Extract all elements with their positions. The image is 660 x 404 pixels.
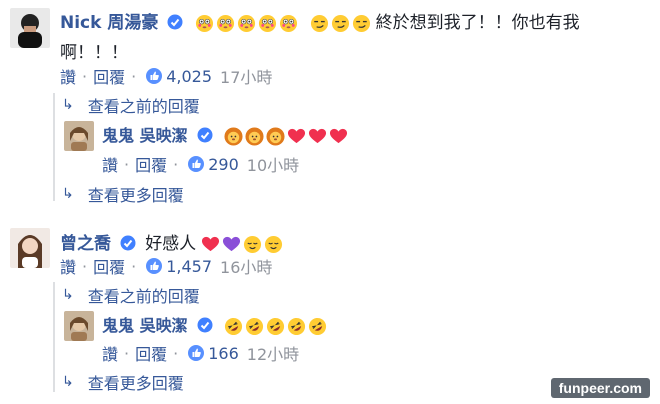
rofl-icon [287,317,305,336]
watermark: funpeer.com [550,378,650,398]
comment1-text-line2: 啊！！！ [60,43,128,63]
like-icon [188,345,205,361]
like-count[interactable]: 290 [208,155,239,174]
lion-icon [266,127,285,146]
verified-icon [120,235,136,255]
view-previous-label: 查看之前的回覆 [87,287,200,306]
view-more-label: 查看更多回覆 [87,374,184,393]
verified-icon [197,127,213,147]
like-button[interactable]: 讚 [102,341,118,365]
view-previous-replies-2[interactable]: ↳ 查看之前的回覆 [62,283,200,307]
like-count[interactable]: 1,457 [166,257,212,276]
rofl-icon [224,317,242,336]
reply-button[interactable]: 回覆 [135,341,167,365]
reply1-emojis [224,127,348,146]
heart-icon [329,128,347,144]
smirk-icon [352,14,370,33]
separator-dot: · [131,256,137,276]
relieved-icon [265,235,283,254]
like-count[interactable]: 4,025 [166,67,212,86]
comment2-actions: 讚 · 回覆 · 1,457 16小時 [60,254,272,278]
timestamp[interactable]: 10小時 [247,152,299,176]
reply-arrow-icon: ↳ [62,186,74,202]
comment1-emojis [195,14,371,33]
comment2-emojis [201,235,283,254]
smirk-icon [310,14,328,33]
heart-icon [308,128,326,144]
comment2-text: 好感人 [145,234,197,254]
heart-icon [202,236,220,252]
thread-line [53,282,55,392]
view-more-label: 查看更多回覆 [87,186,184,205]
like-button[interactable]: 讚 [102,152,118,176]
separator-dot: · [173,343,179,363]
separator-dot: · [131,66,137,86]
flushed-icon [237,14,255,33]
reply1-actions: 讚 · 回覆 · 290 10小時 [102,152,299,176]
like-icon [146,68,163,84]
avatar-nick[interactable] [10,8,50,48]
thread-line [53,93,55,201]
reply2-emojis [224,317,327,336]
verified-icon [167,14,183,34]
like-button[interactable]: 讚 [60,254,76,278]
reply1-header: 鬼鬼 吳映潔 [102,122,348,147]
rofl-icon [308,317,326,336]
lion-icon [224,127,243,146]
timestamp[interactable]: 16小時 [220,254,272,278]
reply1-author[interactable]: 鬼鬼 吳映潔 [102,126,188,145]
reply-button[interactable]: 回覆 [93,254,125,278]
lion-icon [245,127,264,146]
like-button[interactable]: 讚 [60,64,76,88]
separator-dot: · [173,154,179,174]
avatar-zeng[interactable] [10,228,50,268]
avatar-guigui[interactable] [64,121,94,151]
comment1-text: 終於想到我了！！你也有我 [375,13,580,33]
separator-dot: · [124,343,130,363]
reply2-actions: 讚 · 回覆 · 166 12小時 [102,341,299,365]
smirk-icon [331,14,349,33]
reply2-header: 鬼鬼 吳映潔 [102,312,327,337]
separator-dot: · [82,256,88,276]
comment1-actions: 讚 · 回覆 · 4,025 17小時 [60,64,272,88]
heart-icon [287,128,305,144]
comment2-header: 曾之喬 好感人 [60,229,283,255]
like-icon [188,156,205,172]
reply-arrow-icon: ↳ [62,374,74,390]
separator-dot: · [82,66,88,86]
rofl-icon [245,317,263,336]
verified-icon [197,317,213,337]
purple-heart-icon [223,236,241,252]
view-more-replies-2[interactable]: ↳ 查看更多回覆 [62,370,184,394]
rofl-icon [266,317,284,336]
flushed-icon [258,14,276,33]
comment1-header: Nick 周湯豪 終於想到我了！！你也有我 [60,8,650,34]
flushed-icon [216,14,234,33]
flushed-icon [195,14,213,33]
reply2-author[interactable]: 鬼鬼 吳映潔 [102,316,188,335]
like-count[interactable]: 166 [208,344,239,363]
reply-arrow-icon: ↳ [62,287,74,303]
view-previous-label: 查看之前的回覆 [87,97,200,116]
view-previous-replies-1[interactable]: ↳ 查看之前的回覆 [62,93,200,117]
avatar-guigui[interactable] [64,311,94,341]
reply-button[interactable]: 回覆 [135,152,167,176]
view-more-replies-1[interactable]: ↳ 查看更多回覆 [62,182,184,206]
flushed-icon [279,14,297,33]
reply-arrow-icon: ↳ [62,97,74,113]
relieved-icon [244,235,262,254]
timestamp[interactable]: 17小時 [220,64,272,88]
comment1-author[interactable]: Nick 周湯豪 [60,13,158,33]
reply-button[interactable]: 回覆 [93,64,125,88]
timestamp[interactable]: 12小時 [247,341,299,365]
separator-dot: · [124,154,130,174]
comment2-author[interactable]: 曾之喬 [60,234,111,254]
like-icon [146,258,163,274]
